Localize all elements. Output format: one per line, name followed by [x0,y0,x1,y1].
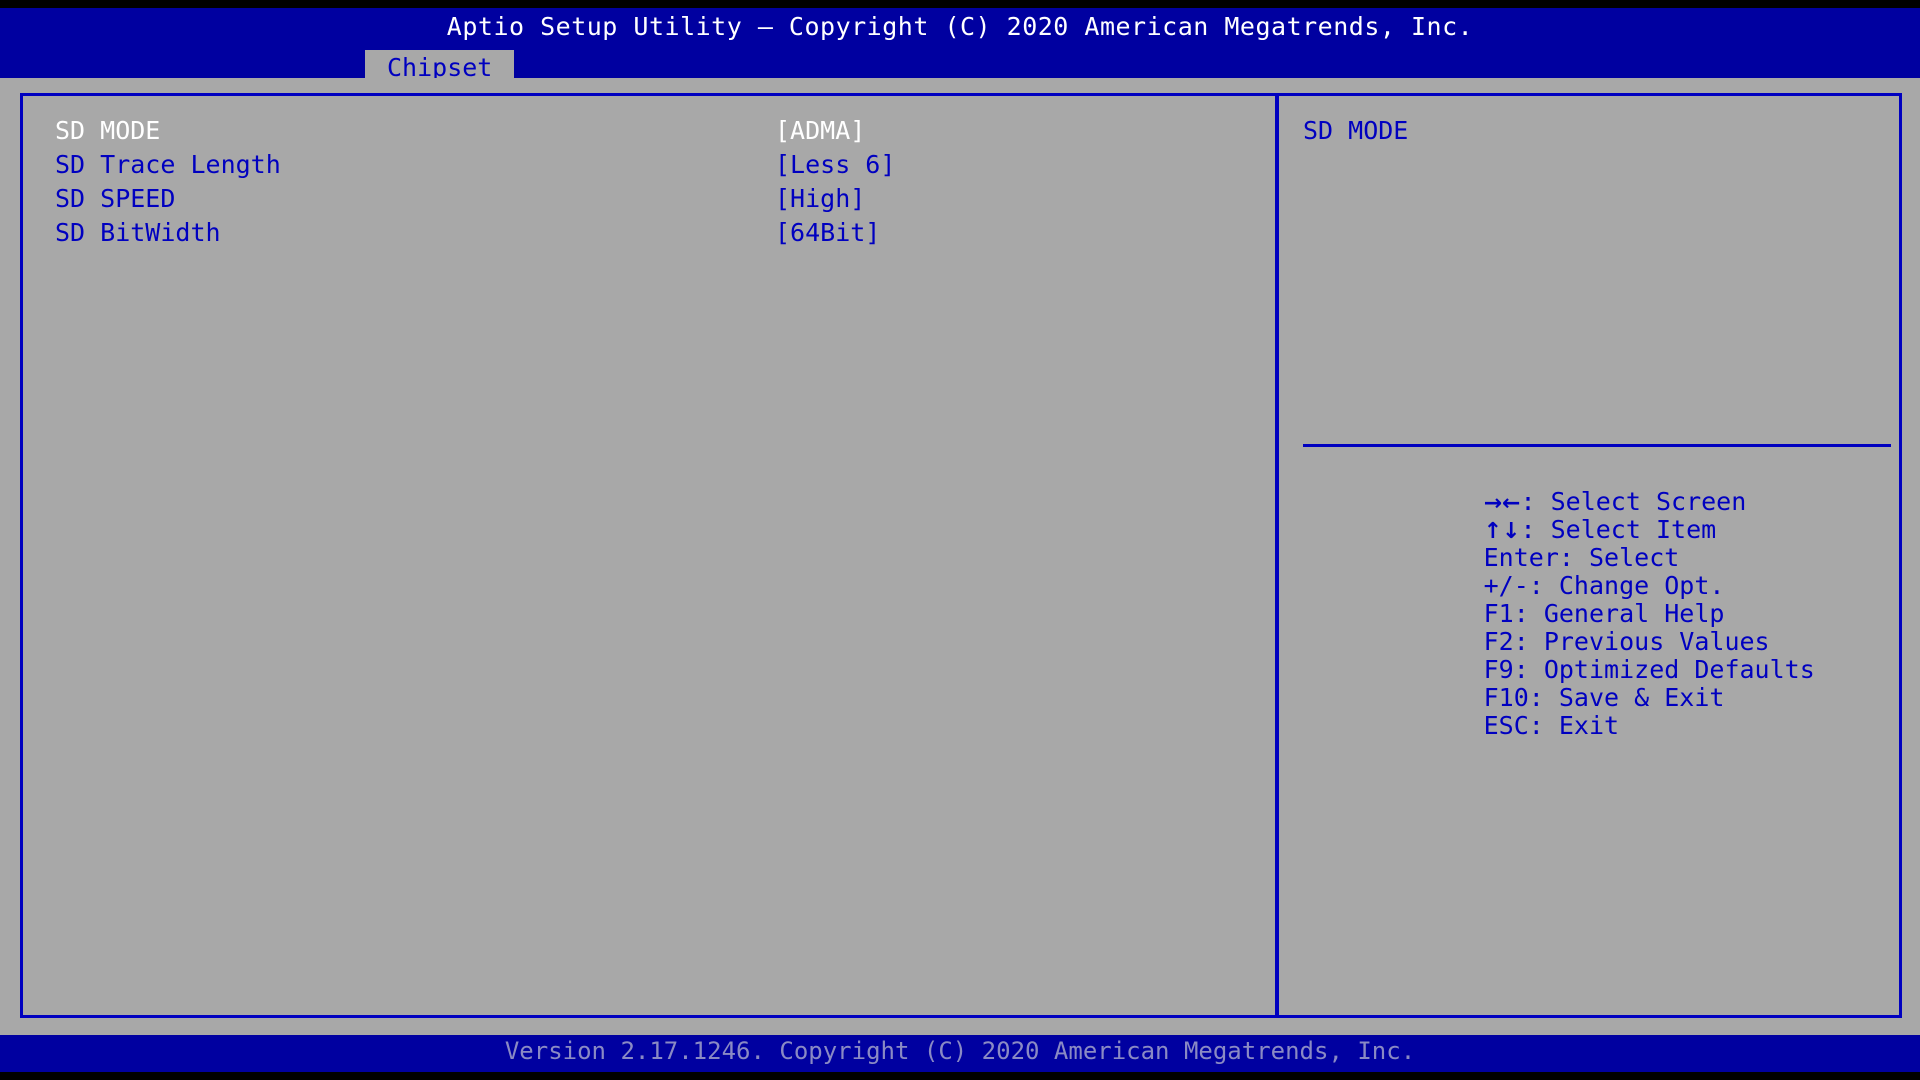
legend-label: F10: Save & Exit [1483,683,1725,712]
page-title: Aptio Setup Utility – Copyright (C) 2020… [446,12,1474,41]
help-panel: SD MODE →←: Select Screen ↑↓: Select Ite… [1279,96,1899,1015]
help-horizontal-divider [1303,444,1891,447]
key-legend: →←: Select Screen ↑↓: Select Item Enter:… [1303,460,1893,740]
header-bar: Aptio Setup Utility – Copyright (C) 2020… [0,8,1920,86]
legend-select-screen: →←: Select Screen [1303,460,1893,517]
setting-label: SD BitWidth [55,218,221,247]
setting-label: SD Trace Length [55,150,281,179]
setting-row-sd-mode[interactable]: SD MODE [ADMA] [23,114,1273,148]
version-string: Version 2.17.1246. Copyright (C) 2020 Am… [504,1037,1416,1065]
legend-label: Enter: Select [1483,543,1680,572]
setting-value[interactable]: [Less 6] [775,148,895,182]
help-description: SD MODE [1303,116,1409,145]
arrow-up-down-icon: ↑↓ [1483,519,1521,544]
settings-panel: SD MODE [ADMA] SD Trace Length [Less 6] … [23,96,1273,1015]
setting-value[interactable]: [ADMA] [775,114,865,148]
setting-value[interactable]: [64Bit] [775,216,880,250]
main-panel-box: SD MODE [ADMA] SD Trace Length [Less 6] … [20,93,1902,1018]
footer-bar: Version 2.17.1246. Copyright (C) 2020 Am… [0,1035,1920,1072]
setting-row-sd-bitwidth[interactable]: SD BitWidth [64Bit] [23,216,1273,250]
legend-label: F2: Previous Values [1483,627,1770,656]
legend-label: : Select Item [1520,515,1717,544]
setting-value[interactable]: [High] [775,182,865,216]
legend-label: : Select Screen [1520,487,1747,516]
legend-label: +/-: Change Opt. [1483,571,1725,600]
setting-label: SD SPEED [55,184,176,213]
setting-label: SD MODE [55,116,161,145]
body-area: SD MODE [ADMA] SD Trace Length [Less 6] … [0,78,1920,1035]
setting-row-sd-trace-length[interactable]: SD Trace Length [Less 6] [23,148,1273,182]
legend-label: F1: General Help [1483,599,1725,628]
setting-row-sd-speed[interactable]: SD SPEED [High] [23,182,1273,216]
legend-label: ESC: Exit [1483,711,1620,740]
arrow-left-right-icon: →← [1483,491,1521,516]
bios-setup-screen: Aptio Setup Utility – Copyright (C) 2020… [0,0,1920,1080]
legend-label: F9: Optimized Defaults [1483,655,1815,684]
